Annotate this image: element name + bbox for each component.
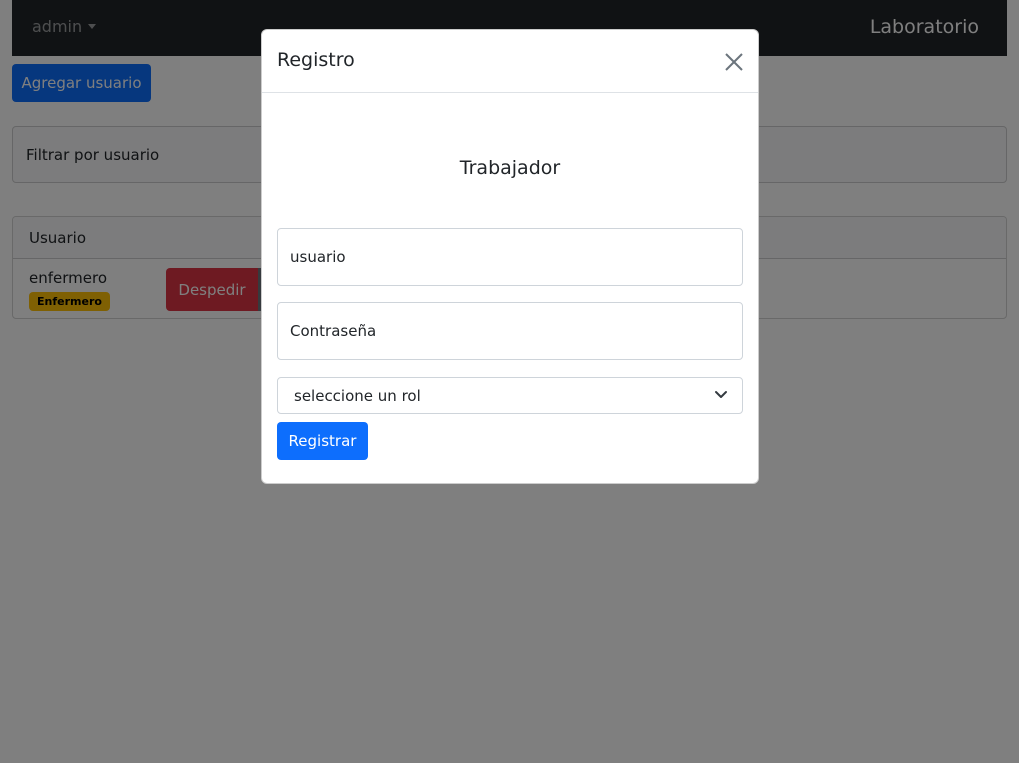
register-button[interactable]: Registrar — [277, 422, 368, 460]
modal-title: Registro — [277, 49, 355, 71]
role-select[interactable]: seleccione un rol — [277, 377, 743, 414]
password-input[interactable] — [277, 302, 743, 360]
role-select-value: seleccione un rol — [294, 387, 421, 405]
chevron-down-icon — [715, 391, 727, 398]
register-modal: Registro Trabajador seleccione un rol Re… — [261, 29, 759, 484]
modal-header: Registro — [262, 30, 758, 93]
modal-subtitle: Trabajador — [459, 157, 561, 179]
username-input[interactable] — [277, 228, 743, 286]
close-icon — [725, 53, 743, 71]
close-button[interactable] — [722, 50, 746, 74]
